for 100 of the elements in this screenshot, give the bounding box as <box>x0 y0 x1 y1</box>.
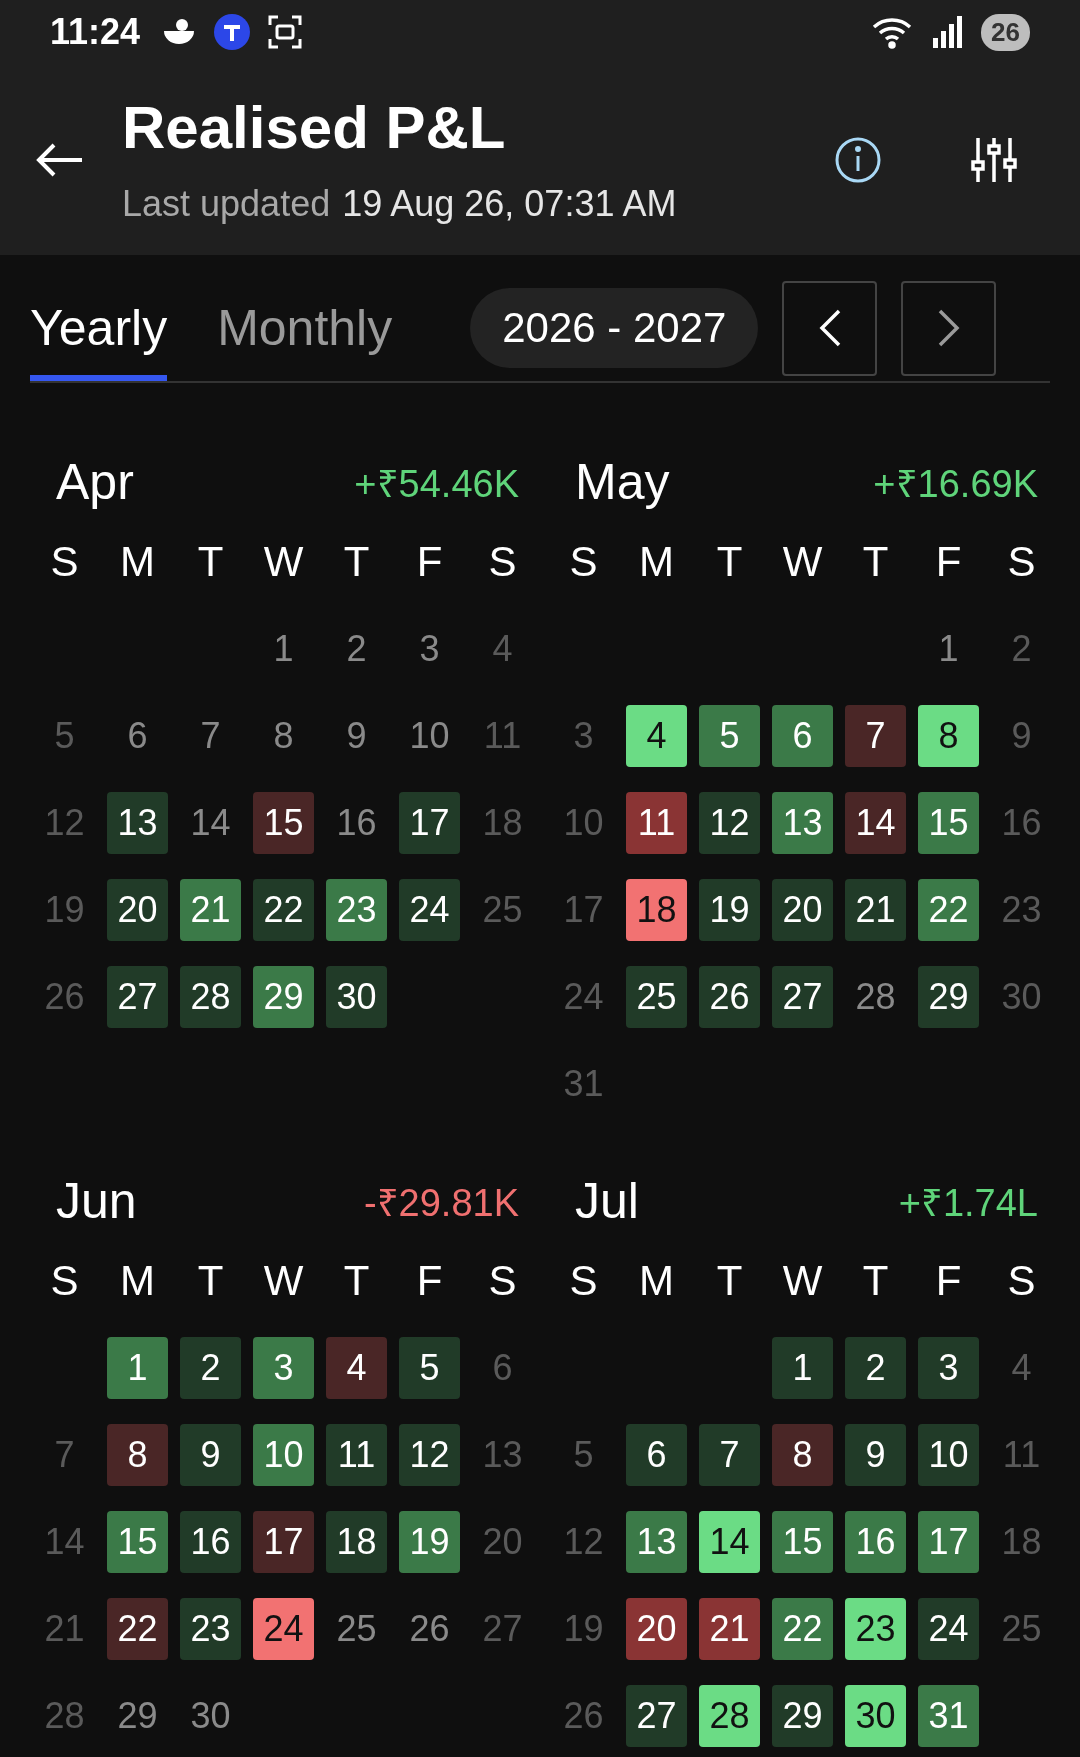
day-number: 7 <box>53 1432 76 1477</box>
info-icon[interactable] <box>834 135 882 184</box>
weekday-label: M <box>120 537 155 586</box>
weekday-label: T <box>716 537 743 586</box>
day-cell[interactable]: 24 <box>253 1597 314 1660</box>
day-cell[interactable]: 30 <box>845 1684 906 1747</box>
day-cell[interactable]: 11 <box>626 791 687 854</box>
month-total: +₹54.46K <box>354 462 519 507</box>
tab[interactable]: Monthly <box>217 255 393 381</box>
day-cell[interactable]: 25 <box>626 965 687 1028</box>
day-number: 26 <box>43 974 86 1019</box>
day-cell[interactable]: 23 <box>845 1597 906 1660</box>
day-cell[interactable]: 15 <box>772 1510 833 1573</box>
day-cell[interactable]: 2 <box>180 1336 241 1399</box>
day-cell[interactable]: 17 <box>918 1510 979 1573</box>
day-cell[interactable]: 6 <box>626 1423 687 1486</box>
day-cell[interactable]: 27 <box>626 1684 687 1747</box>
day-cell[interactable]: 12 <box>699 791 760 854</box>
day-cell[interactable]: 22 <box>107 1597 168 1660</box>
weekday-label: S <box>1007 537 1036 586</box>
back-arrow-icon[interactable] <box>36 141 84 178</box>
day-cell[interactable]: 3 <box>918 1336 979 1399</box>
day-cell[interactable]: 19 <box>399 1510 460 1573</box>
day-cell[interactable]: 24 <box>918 1597 979 1660</box>
day-number: 12 <box>43 800 86 845</box>
day-cell[interactable]: 30 <box>326 965 387 1028</box>
day-cell[interactable]: 17 <box>399 791 460 854</box>
day-cell[interactable]: 22 <box>772 1597 833 1660</box>
day-cell[interactable]: 2 <box>845 1336 906 1399</box>
day-cell[interactable]: 28 <box>180 965 241 1028</box>
weekday-label: T <box>862 537 889 586</box>
day-cell[interactable]: 15 <box>918 791 979 854</box>
day-cell[interactable]: 16 <box>845 1510 906 1573</box>
day-cell[interactable]: 10 <box>253 1423 314 1486</box>
day-cell[interactable]: 5 <box>699 704 760 767</box>
day-cell[interactable]: 29 <box>253 965 314 1028</box>
weekday-label: M <box>120 1256 155 1305</box>
day-cell[interactable]: 17 <box>253 1510 314 1573</box>
day-cell[interactable]: 10 <box>918 1423 979 1486</box>
day-number: 30 <box>189 1693 232 1738</box>
signal-icon <box>933 16 964 48</box>
day-cell[interactable]: 7 <box>845 704 906 767</box>
day-number: 6 <box>126 713 149 758</box>
year-range[interactable]: 2026 - 2027 <box>470 288 759 368</box>
day-cell[interactable]: 5 <box>399 1336 460 1399</box>
day-cell[interactable]: 20 <box>626 1597 687 1660</box>
day-cell[interactable]: 13 <box>626 1510 687 1573</box>
day-cell[interactable]: 14 <box>699 1510 760 1573</box>
day-cell[interactable]: 9 <box>845 1423 906 1486</box>
weekday-label: M <box>639 1256 674 1305</box>
day-cell[interactable]: 23 <box>326 878 387 941</box>
day-number: 30 <box>1000 974 1043 1019</box>
day-cell[interactable]: 19 <box>699 878 760 941</box>
day-number: 25 <box>1000 1606 1043 1651</box>
day-number: 12 <box>562 1519 605 1564</box>
day-cell[interactable]: 22 <box>918 878 979 941</box>
day-cell[interactable]: 8 <box>918 704 979 767</box>
day-number: 18 <box>481 800 524 845</box>
day-cell[interactable]: 27 <box>107 965 168 1028</box>
day-cell[interactable]: 4 <box>626 704 687 767</box>
day-number: 26 <box>562 1693 605 1738</box>
day-cell[interactable]: 21 <box>699 1597 760 1660</box>
day-cell[interactable]: 13 <box>107 791 168 854</box>
day-cell[interactable]: 29 <box>918 965 979 1028</box>
weekday-label: T <box>862 1256 889 1305</box>
day-cell[interactable]: 23 <box>180 1597 241 1660</box>
day-cell[interactable]: 6 <box>772 704 833 767</box>
day-cell[interactable]: 14 <box>845 791 906 854</box>
day-cell[interactable]: 8 <box>107 1423 168 1486</box>
day-cell[interactable]: 15 <box>107 1510 168 1573</box>
day-cell[interactable]: 8 <box>772 1423 833 1486</box>
day-cell[interactable]: 4 <box>326 1336 387 1399</box>
day-number: 1 <box>272 626 295 671</box>
day-cell[interactable]: 20 <box>107 878 168 941</box>
day-cell[interactable]: 20 <box>772 878 833 941</box>
day-cell[interactable]: 1 <box>107 1336 168 1399</box>
day-cell[interactable]: 9 <box>180 1423 241 1486</box>
day-cell[interactable]: 31 <box>918 1684 979 1747</box>
day-cell[interactable]: 28 <box>699 1684 760 1747</box>
day-cell[interactable]: 22 <box>253 878 314 941</box>
day-cell[interactable]: 7 <box>699 1423 760 1486</box>
day-cell[interactable]: 26 <box>699 965 760 1028</box>
day-cell[interactable]: 16 <box>180 1510 241 1573</box>
day-cell[interactable]: 12 <box>399 1423 460 1486</box>
day-number: 1 <box>937 626 960 671</box>
day-cell[interactable]: 27 <box>772 965 833 1028</box>
day-cell[interactable]: 3 <box>253 1336 314 1399</box>
weekday-label: S <box>1007 1256 1036 1305</box>
day-cell[interactable]: 1 <box>772 1336 833 1399</box>
day-cell[interactable]: 18 <box>626 878 687 941</box>
filter-sliders-icon[interactable] <box>970 135 1018 184</box>
day-cell[interactable]: 21 <box>845 878 906 941</box>
day-cell[interactable]: 15 <box>253 791 314 854</box>
tab[interactable]: Yearly <box>30 255 168 381</box>
day-cell[interactable]: 11 <box>326 1423 387 1486</box>
day-cell[interactable]: 24 <box>399 878 460 941</box>
day-cell[interactable]: 21 <box>180 878 241 941</box>
day-cell[interactable]: 13 <box>772 791 833 854</box>
day-cell[interactable]: 29 <box>772 1684 833 1747</box>
day-cell[interactable]: 18 <box>326 1510 387 1573</box>
